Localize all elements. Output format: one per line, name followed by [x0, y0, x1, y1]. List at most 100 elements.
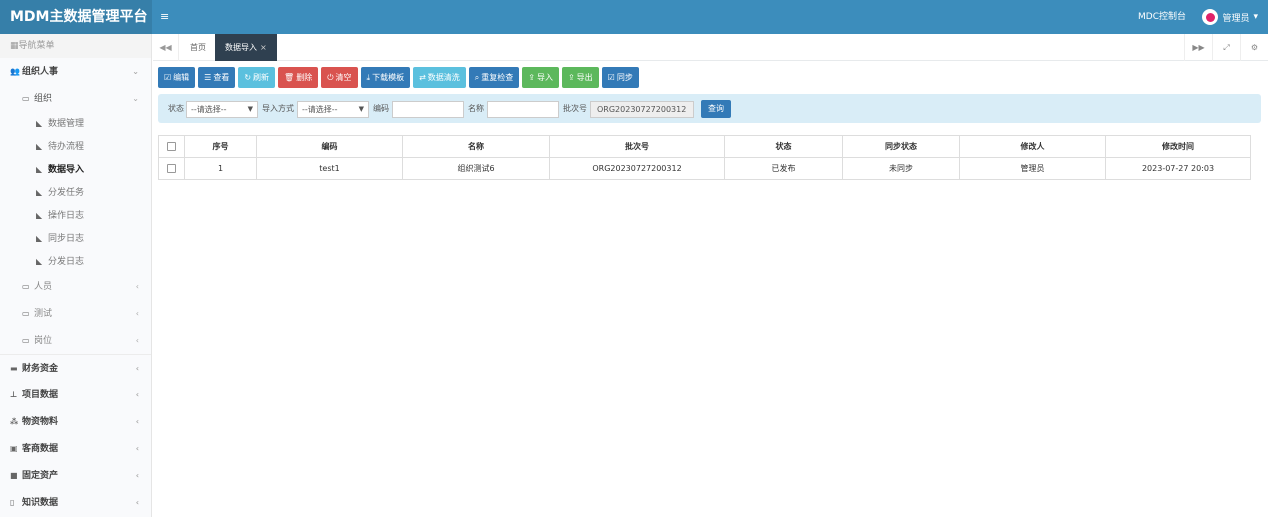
chevron-down-icon: ▼	[358, 105, 364, 113]
chevron-left-icon: ‹	[135, 471, 139, 480]
exchange-icon: ⇄	[419, 73, 426, 82]
list-icon: ☰	[204, 73, 212, 82]
refresh-button[interactable]: ↻ 刷新	[238, 67, 276, 88]
sitemap-icon: ⊥	[10, 390, 18, 399]
name-label: 名称	[468, 104, 484, 113]
cell-code: test1	[256, 157, 403, 180]
view-button[interactable]: ☰ 查看	[198, 67, 236, 88]
sidebar-item-org[interactable]: ▭ 组织 ⌄	[0, 85, 151, 112]
col-code[interactable]: 编码	[256, 135, 403, 158]
fullscreen-icon[interactable]: ⤢	[1212, 34, 1240, 61]
sync-button[interactable]: ☑ 同步	[601, 67, 639, 88]
status-label: 状态	[168, 104, 184, 113]
folder-icon: ▭	[22, 336, 30, 345]
grid-icon: ▦	[10, 41, 19, 51]
delete-button[interactable]: 🗑 删除	[278, 67, 319, 88]
col-status[interactable]: 状态	[724, 135, 843, 158]
data-clean-button[interactable]: ⇄ 数据清洗	[413, 67, 466, 88]
chevron-down-icon: ⌄	[132, 94, 139, 103]
sidebar-item-position[interactable]: ▭ 岗位 ‹	[0, 327, 151, 354]
name-input[interactable]	[487, 101, 559, 118]
chevron-left-icon: ‹	[135, 390, 139, 399]
cell-modified-time: 2023-07-27 20:03	[1105, 157, 1251, 180]
sidebar-item-knowledge[interactable]: ▯ 知识数据 ‹	[0, 489, 151, 516]
chevron-down-icon: ⌄	[132, 67, 139, 76]
asset-icon: ■	[10, 471, 18, 480]
col-modified-time[interactable]: 修改时间	[1105, 135, 1251, 158]
search-icon: ⌕	[474, 73, 480, 82]
select-all-checkbox[interactable]	[158, 135, 185, 158]
tab-prev-icon[interactable]: ◀◀	[153, 34, 179, 61]
sidebar-item-fixed-asset[interactable]: ■ 固定资产 ‹	[0, 462, 151, 489]
gear-icon[interactable]: ⚙	[1240, 34, 1268, 61]
sidebar-item-sync-log[interactable]: ◣ 同步日志	[0, 227, 151, 250]
card-icon: ▬	[10, 364, 18, 373]
chevron-left-icon: ‹	[135, 309, 139, 318]
cell-sync-status: 未同步	[842, 157, 960, 180]
cell-modifier: 管理员	[959, 157, 1106, 180]
export-button[interactable]: ⇪ 导出	[561, 67, 599, 88]
code-input[interactable]	[392, 101, 464, 118]
sidebar-item-test[interactable]: ▭ 测试 ‹	[0, 300, 151, 327]
clear-button[interactable]: ⏻ 清空	[321, 67, 358, 88]
user-menu[interactable]: 管理员 ▾	[1202, 0, 1258, 34]
table-row[interactable]: 1 test1 组织测试6 ORG20230727200312 已发布 未同步 …	[158, 157, 1251, 180]
avatar-icon	[1202, 9, 1219, 25]
import-mode-select[interactable]: --请选择-- ▼	[297, 101, 369, 118]
col-batch[interactable]: 批次号	[549, 135, 725, 158]
chevron-left-icon: ‹	[135, 417, 139, 426]
nav-header: ▦导航菜单	[0, 34, 151, 58]
sidebar-item-material[interactable]: ⁂ 物资物料 ‹	[0, 408, 151, 435]
tab-data-import[interactable]: 数据导入 ×	[215, 34, 277, 61]
sidebar-item-merchant[interactable]: ▣ 客商数据 ‹	[0, 435, 151, 462]
cell-index: 1	[184, 157, 257, 180]
app-logo[interactable]: MDM主数据管理平台	[0, 0, 152, 34]
sidebar-item-data-import[interactable]: ◣ 数据导入	[0, 158, 151, 181]
tag-icon: ◣	[36, 257, 43, 266]
edit-button[interactable]: ☑ 编辑	[158, 67, 196, 88]
query-button[interactable]: 查询	[701, 100, 731, 118]
batch-input[interactable]: ORG20230727200312	[590, 101, 694, 118]
cubes-icon: ⁂	[10, 417, 19, 426]
col-modifier[interactable]: 修改人	[959, 135, 1106, 158]
import-icon: ⇪	[528, 73, 535, 82]
download-template-button[interactable]: ⤓ 下载模板	[360, 67, 411, 88]
close-icon[interactable]: ×	[260, 43, 267, 52]
tag-icon: ◣	[36, 142, 43, 151]
sidebar: ▦导航菜单 👥 组织人事 ⌄ ▭ 组织 ⌄ ◣ 数据管理 ◣ 待办流程 ◣ 数据导入 ◣ 分发任…	[0, 34, 152, 517]
sidebar-item-data-manage[interactable]: ◣ 数据管理	[0, 112, 151, 135]
col-name[interactable]: 名称	[402, 135, 550, 158]
sidebar-item-person[interactable]: ▭ 人员 ‹	[0, 273, 151, 300]
chevron-left-icon: ‹	[135, 364, 139, 373]
folder-icon: ▭	[22, 282, 30, 291]
sidebar-item-todo[interactable]: ◣ 待办流程	[0, 135, 151, 158]
sidebar-item-dispatch-task[interactable]: ◣ 分发任务	[0, 181, 151, 204]
console-link[interactable]: MDC控制台	[1138, 0, 1186, 34]
search-bar: 状态 --请选择-- ▼ 导入方式 --请选择-- ▼ 编码 名称 批次号 ORG2…	[158, 94, 1261, 123]
tab-next-icon[interactable]: ▶▶	[1184, 34, 1212, 61]
menu-toggle-icon[interactable]: ≡	[160, 0, 169, 34]
row-checkbox[interactable]	[158, 157, 185, 180]
sidebar-item-project[interactable]: ⊥ 项目数据 ‹	[0, 381, 151, 408]
sidebar-item-finance[interactable]: ▬ 财务资金 ‹	[0, 354, 151, 381]
edit-icon: ☑	[164, 73, 172, 82]
code-label: 编码	[373, 104, 389, 113]
chevron-left-icon: ‹	[135, 444, 139, 453]
caret-down-icon: ▾	[1253, 12, 1258, 22]
sidebar-item-dispatch-log[interactable]: ◣ 分发日志	[0, 250, 151, 273]
export-icon: ⇪	[567, 73, 575, 82]
col-sync-status[interactable]: 同步状态	[842, 135, 960, 158]
col-index[interactable]: 序号	[184, 135, 257, 158]
chevron-left-icon: ‹	[135, 282, 139, 291]
power-icon: ⏻	[327, 73, 334, 82]
status-select[interactable]: --请选择-- ▼	[186, 101, 258, 118]
table-header-row: 序号 编码 名称 批次号 状态 同步状态 修改人 修改时间	[158, 135, 1251, 158]
sidebar-item-op-log[interactable]: ◣ 操作日志	[0, 204, 151, 227]
refresh-icon: ↻	[244, 73, 252, 82]
sidebar-item-org-hr[interactable]: 👥 组织人事 ⌄	[0, 58, 151, 85]
tag-icon: ◣	[36, 119, 43, 128]
tab-home[interactable]: 首页	[180, 34, 217, 61]
duplicate-check-button[interactable]: ⌕ 重复检查	[468, 67, 520, 88]
import-button[interactable]: ⇪ 导入	[522, 67, 559, 88]
file-icon: ▯	[10, 498, 15, 507]
